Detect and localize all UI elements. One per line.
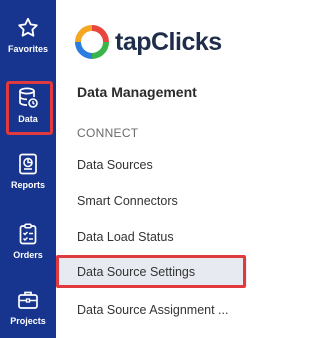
panel-title: Data Management bbox=[77, 84, 197, 100]
menu-item-data-sources[interactable]: Data Sources bbox=[77, 155, 245, 175]
menu-item-data-load-status[interactable]: Data Load Status bbox=[77, 227, 245, 247]
rail-item-projects-label: Projects bbox=[10, 316, 46, 326]
rail-item-projects[interactable]: Projects bbox=[0, 288, 56, 338]
data-management-panel: tapClicks Data Management CONNECT Data S… bbox=[56, 0, 250, 338]
rail-item-orders-label: Orders bbox=[13, 250, 43, 260]
rail-item-orders[interactable]: Orders bbox=[0, 222, 56, 278]
rail-item-data-label: Data bbox=[18, 114, 38, 124]
database-icon bbox=[19, 87, 38, 108]
clipboard-check-icon bbox=[19, 223, 37, 245]
briefcase-icon bbox=[18, 291, 38, 309]
menu-item-data-source-settings[interactable]: Data Source Settings bbox=[77, 262, 245, 282]
rail-item-data[interactable]: Data bbox=[0, 86, 56, 142]
report-icon bbox=[19, 153, 37, 175]
rail-item-favorites-label: Favorites bbox=[7, 44, 49, 54]
section-label-connect: CONNECT bbox=[77, 126, 139, 140]
tapclicks-logo-icon bbox=[75, 25, 109, 59]
rail-item-reports[interactable]: Reports bbox=[0, 152, 56, 208]
nav-rail: Favorites Data Reports Orders Projects bbox=[0, 0, 56, 338]
brand-name: tapClicks bbox=[115, 27, 222, 56]
rail-item-favorites[interactable]: Favorites bbox=[0, 16, 56, 72]
star-icon bbox=[18, 17, 38, 37]
tapclicks-logo: tapClicks bbox=[74, 22, 222, 62]
menu-item-smart-connectors[interactable]: Smart Connectors bbox=[77, 191, 245, 211]
menu-item-data-source-assignment[interactable]: Data Source Assignment ... bbox=[77, 300, 245, 320]
rail-item-reports-label: Reports bbox=[10, 180, 45, 190]
